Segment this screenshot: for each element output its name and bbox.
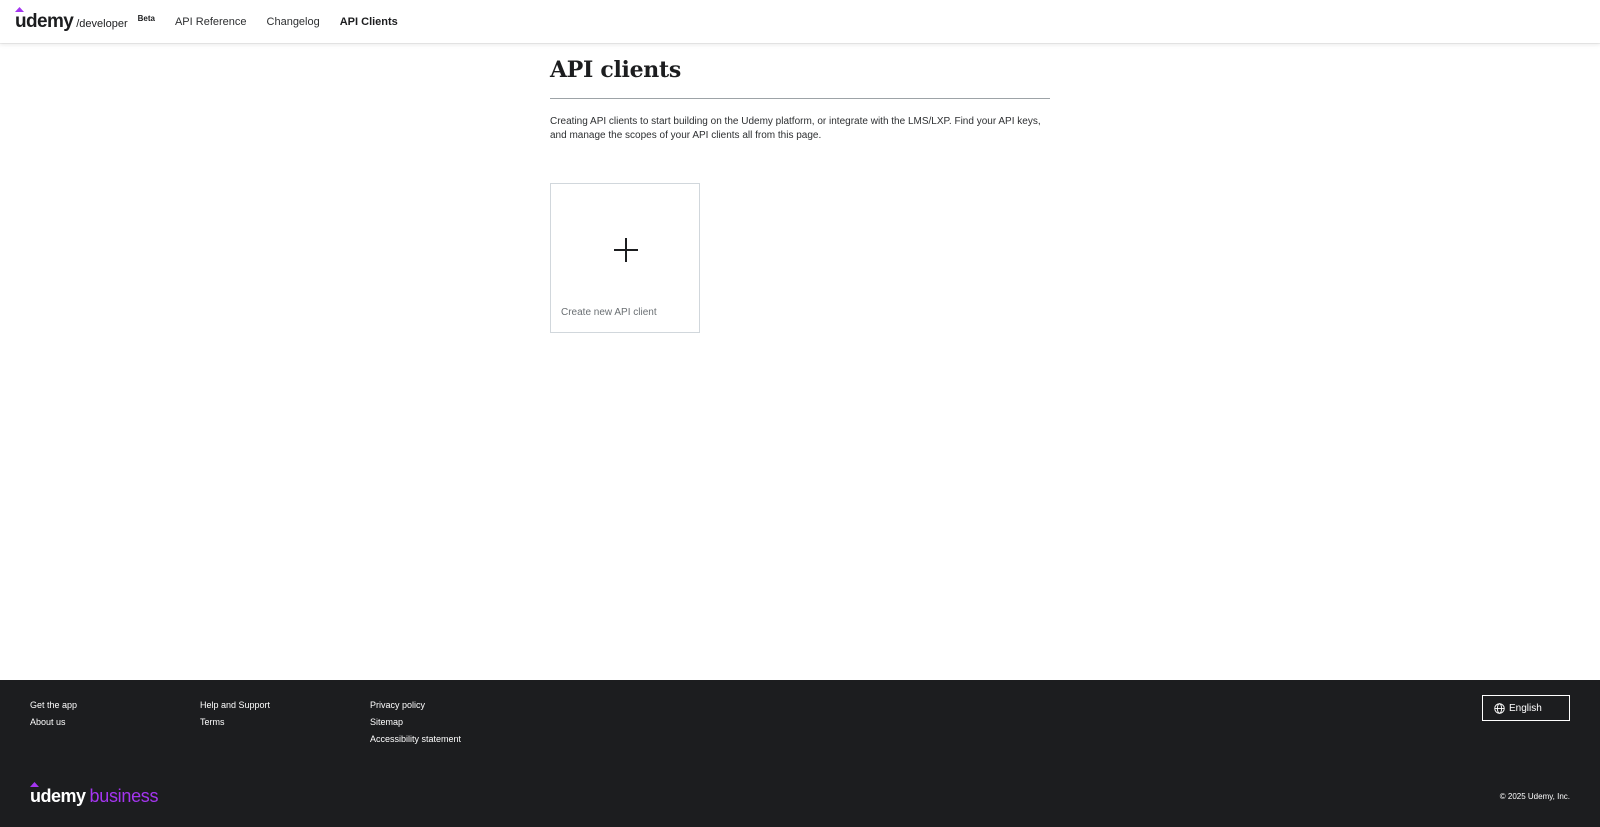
language-button[interactable]: English	[1482, 695, 1570, 721]
logo-suffix: /developer	[76, 18, 128, 30]
udemy-developer-logo[interactable]: udemy /developer	[15, 7, 128, 31]
main-content: API clients Creating API clients to star…	[550, 55, 1050, 333]
nav-api-reference[interactable]: API Reference	[175, 16, 247, 28]
footer-column-3: Privacy policy Sitemap Accessibility sta…	[370, 697, 461, 748]
footer-link-terms[interactable]: Terms	[200, 714, 270, 731]
page-description: Creating API clients to start building o…	[550, 116, 1041, 141]
logo-wordmark: udemy	[15, 7, 74, 31]
create-api-client-label: Create new API client	[561, 307, 657, 318]
footer-link-about-us[interactable]: About us	[30, 714, 77, 731]
top-header: udemy /developer Beta API Reference Chan…	[0, 0, 1600, 43]
footer-logo-suffix: business	[89, 786, 159, 806]
footer-column-2: Help and Support Terms	[200, 697, 270, 731]
title-divider	[550, 98, 1050, 99]
nav-api-clients[interactable]: API Clients	[340, 16, 398, 28]
logo-roof-icon	[15, 7, 24, 12]
footer-link-get-the-app[interactable]: Get the app	[30, 697, 77, 714]
copyright: © 2025 Udemy, Inc.	[1499, 792, 1570, 801]
plus-icon	[614, 238, 638, 262]
footer-logo-roof-icon	[30, 782, 39, 787]
footer-link-accessibility-statement[interactable]: Accessibility statement	[370, 731, 461, 748]
globe-icon	[1494, 702, 1505, 714]
footer: Get the app About us Help and Support Te…	[0, 680, 1600, 827]
footer-link-privacy-policy[interactable]: Privacy policy	[370, 697, 461, 714]
language-label: English	[1509, 702, 1542, 714]
top-nav: API Reference Changelog API Clients	[175, 16, 418, 28]
nav-changelog[interactable]: Changelog	[267, 16, 320, 28]
footer-column-1: Get the app About us	[30, 697, 77, 731]
footer-logo-wordmark: udemy	[30, 782, 86, 807]
footer-link-help-and-support[interactable]: Help and Support	[200, 697, 270, 714]
beta-badge: Beta	[137, 14, 155, 23]
footer-link-sitemap[interactable]: Sitemap	[370, 714, 461, 731]
create-api-client-card[interactable]: Create new API client	[550, 183, 700, 333]
udemy-business-logo[interactable]: udemy business	[30, 782, 159, 807]
page-title: API clients	[550, 57, 681, 83]
